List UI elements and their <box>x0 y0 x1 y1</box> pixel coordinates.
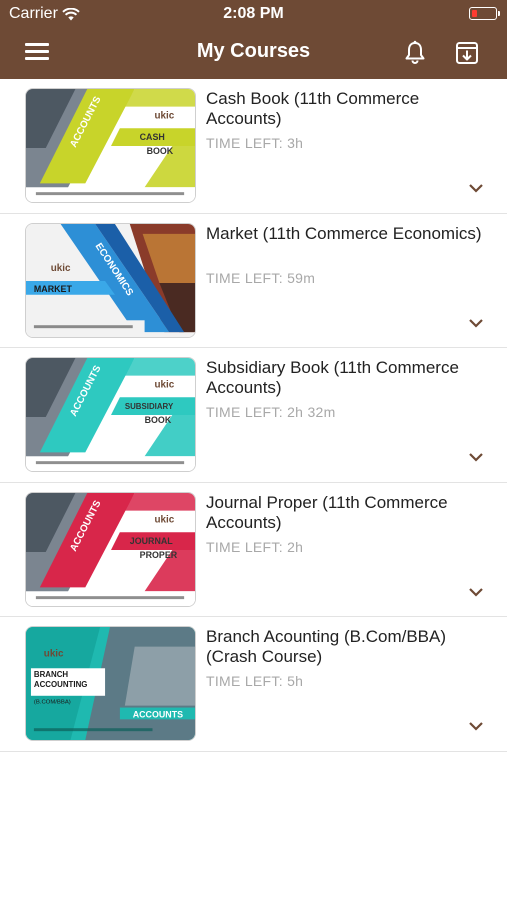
thumbnail-topic: BRANCH <box>34 670 69 679</box>
thumbnail-brand: ukic <box>51 263 71 274</box>
chevron-down-icon <box>469 722 483 731</box>
course-title: Journal Proper (11th Commerce Accounts) <box>206 492 448 532</box>
course-time-left: TIME LEFT: 3h <box>206 135 304 151</box>
notifications-button[interactable] <box>400 38 430 68</box>
thumbnail-topic: CASH <box>140 132 165 142</box>
thumbnail-topic: ACCOUNTING <box>34 680 88 689</box>
course-thumbnail: ACCOUNTS ukic JOURNAL PROPER <box>25 491 196 607</box>
course-item[interactable]: ACCOUNTS ukic JOURNAL PROPER Journal Pro… <box>0 483 507 617</box>
status-bar: Carrier 2:08 PM <box>0 0 507 28</box>
downloads-button[interactable] <box>452 38 482 68</box>
battery-icon <box>469 7 500 20</box>
course-title: Branch Acounting (B.Com/BBA) (Crash Cour… <box>206 627 447 666</box>
chevron-down-icon <box>469 318 483 328</box>
thumbnail-topic: PROPER <box>140 549 178 559</box>
expand-button[interactable] <box>466 585 486 599</box>
chevron-down-icon <box>469 453 483 462</box>
thumbnail-brand: ukic <box>154 514 174 525</box>
bell-icon <box>405 40 425 64</box>
course-thumbnail: ACCOUNTS ukic SUBSIDIARY BOOK <box>25 357 196 472</box>
course-title: Market (11th Commerce Economics) <box>206 223 482 243</box>
course-item[interactable]: ACCOUNTS ukic SUBSIDIARY BOOK Subsidiary… <box>0 348 507 483</box>
thumbnail-topic: BOOK <box>145 415 172 425</box>
chevron-down-icon <box>469 587 483 597</box>
course-list: ACCOUNTS ukic CASH BOOK Cash Book (11th … <box>0 79 507 752</box>
expand-button[interactable] <box>466 316 486 330</box>
expand-button[interactable] <box>466 181 486 195</box>
page-title: My Courses <box>196 40 311 62</box>
course-thumbnail: ACCOUNTS ukic CASH BOOK <box>25 88 196 203</box>
thumbnail-topic: BOOK <box>147 146 174 156</box>
course-title: Subsidiary Book (11th Commerce Accounts) <box>206 358 459 397</box>
thumbnail-topic: MARKET <box>34 283 73 293</box>
course-item[interactable]: ACCOUNTS ukic CASH BOOK Cash Book (11th … <box>0 79 507 214</box>
course-item[interactable]: ukic BRANCH ACCOUNTING (B.COM/BBA) ACCOU… <box>0 617 507 752</box>
course-time-left: TIME LEFT: 2h 32m <box>206 404 336 420</box>
course-time-left: TIME LEFT: 59m <box>206 269 316 286</box>
thumbnail-brand: ukic <box>44 649 64 660</box>
chevron-down-icon <box>469 184 483 193</box>
thumbnail-brand: ukic <box>154 380 174 391</box>
expand-button[interactable] <box>466 719 486 733</box>
app-header: Carrier 2:08 PM My Courses <box>0 0 507 79</box>
course-title: Cash Book (11th Commerce Accounts) <box>206 89 420 128</box>
course-time-left: TIME LEFT: 2h <box>206 538 304 555</box>
thumbnail-brand: ukic <box>154 111 174 122</box>
expand-button[interactable] <box>466 450 486 464</box>
status-time: 2:08 PM <box>223 5 284 22</box>
thumbnail-subject: ACCOUNTS <box>133 709 183 719</box>
course-time-left: TIME LEFT: 5h <box>206 673 304 689</box>
thumbnail-topic: (B.COM/BBA) <box>34 700 71 706</box>
thumbnail-topic: JOURNAL <box>130 536 174 546</box>
archive-download-icon <box>456 42 478 64</box>
thumbnail-topic: SUBSIDIARY <box>125 402 174 411</box>
course-thumbnail: ECONOMICS ukic MARKET <box>25 222 196 338</box>
nav-bar: My Courses <box>0 28 507 79</box>
course-item[interactable]: ECONOMICS ukic MARKET Market (11th Comme… <box>0 214 507 348</box>
course-thumbnail: ukic BRANCH ACCOUNTING (B.COM/BBA) ACCOU… <box>25 626 196 741</box>
